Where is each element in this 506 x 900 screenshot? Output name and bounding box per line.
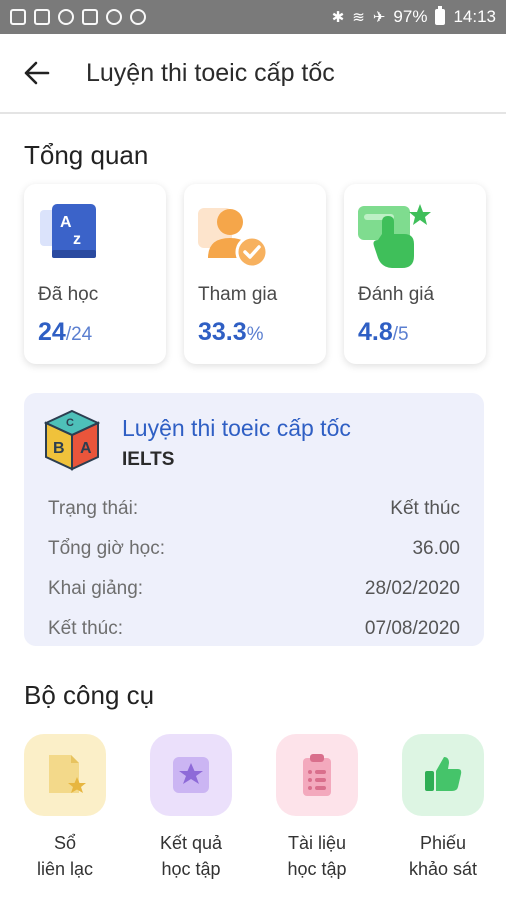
tools-heading: Bộ công cụ (24, 680, 155, 710)
overview-heading: Tổng quan (24, 140, 149, 170)
detail-label: Tổng giờ học: (48, 538, 166, 559)
tool-label: Phiếu khảo sát (408, 833, 478, 879)
card-label: Đã học (38, 284, 99, 305)
svg-text:z: z (73, 231, 81, 248)
hand-star-icon (358, 200, 431, 272)
lessons-card[interactable]: A z Đã học 24/24 (24, 184, 166, 364)
abc-cube-icon: C B A (43, 409, 101, 471)
notification-icon (34, 9, 50, 25)
battery-icon (435, 6, 446, 25)
overview-cards: A z Đã học 24/24 Tham gia 33.3% Đánh giá… (24, 184, 486, 364)
tools-grid: Sổ liên lạc Kết quả học tập Tài liệu học tậ… (24, 734, 484, 882)
detail-value: 36.00 (412, 538, 460, 559)
card-value: 33.3% (198, 318, 264, 346)
tool-label: Sổ liên lạc (36, 833, 94, 879)
wifi-icon: ≋ (352, 9, 365, 26)
notification-icon (130, 9, 146, 25)
participation-card[interactable]: Tham gia 33.3% (184, 184, 326, 364)
detail-value: 07/08/2020 (364, 618, 460, 639)
thumbs-up-icon[interactable] (402, 734, 484, 816)
notification-icon (10, 9, 26, 25)
card-value: 24/24 (38, 318, 93, 346)
card-label: Đánh giá (358, 284, 435, 305)
notification-icons (10, 9, 146, 25)
detail-row-start: Khai giảng: 28/02/2020 (48, 569, 460, 609)
notification-icon (82, 9, 98, 25)
tool-survey[interactable]: Phiếu khảo sát (402, 734, 484, 882)
status-bar: ✱ ≋ ✈ 97% 14:13 (0, 0, 506, 34)
detail-row-status: Trạng thái: Kết thúc (48, 489, 460, 529)
bluetooth-icon: ✱ (331, 9, 345, 26)
detail-row-end: Kết thúc: 07/08/2020 (48, 609, 460, 649)
tool-label: Tài liệu học tập (287, 833, 347, 879)
app-bar: Luyện thi toeic cấp tốc (0, 34, 506, 114)
course-name: Luyện thi toeic cấp tốc (122, 415, 351, 441)
course-type: IELTS (122, 449, 175, 470)
detail-label: Kết thúc: (48, 618, 123, 639)
course-details: Trạng thái: Kết thúc Tổng giờ học: 36.00… (48, 489, 460, 649)
detail-row-hours: Tổng giờ học: 36.00 (48, 529, 460, 569)
tool-contact-book[interactable]: Sổ liên lạc (24, 734, 106, 882)
tool-study-materials[interactable]: Tài liệu học tập (276, 734, 358, 882)
tool-learning-results[interactable]: Kết quả học tập (150, 734, 232, 882)
clipboard-icon[interactable] (276, 734, 358, 816)
detail-label: Khai giảng: (48, 578, 144, 599)
detail-value: 28/02/2020 (364, 578, 460, 599)
svg-text:A: A (80, 440, 92, 457)
user-check-icon (198, 200, 269, 272)
detail-value: Kết thúc (390, 498, 460, 519)
svg-text:A: A (60, 214, 72, 231)
card-label: Tham gia (198, 284, 278, 305)
notebook-star-icon[interactable] (24, 734, 106, 816)
book-az-icon: A z (38, 200, 108, 272)
page-title: Luyện thi toeic cấp tốc (86, 58, 335, 87)
notification-icon (58, 9, 74, 25)
svg-text:C: C (66, 417, 74, 429)
battery-percent: 97% (393, 7, 428, 26)
tool-label: Kết quả học tập (159, 833, 223, 879)
clock: 14:13 (453, 7, 496, 26)
course-info-card[interactable]: C B A Luyện thi toeic cấp tốc IELTS Trạn… (24, 393, 484, 646)
airplane-icon: ✈ (372, 9, 386, 26)
back-arrow-icon[interactable] (24, 53, 64, 93)
star-square-icon[interactable] (150, 734, 232, 816)
card-value: 4.8/5 (358, 318, 409, 346)
svg-text:B: B (53, 440, 65, 457)
rating-card[interactable]: Đánh giá 4.8/5 (344, 184, 486, 364)
detail-label: Trạng thái: (48, 498, 139, 519)
notification-icon (106, 9, 122, 25)
